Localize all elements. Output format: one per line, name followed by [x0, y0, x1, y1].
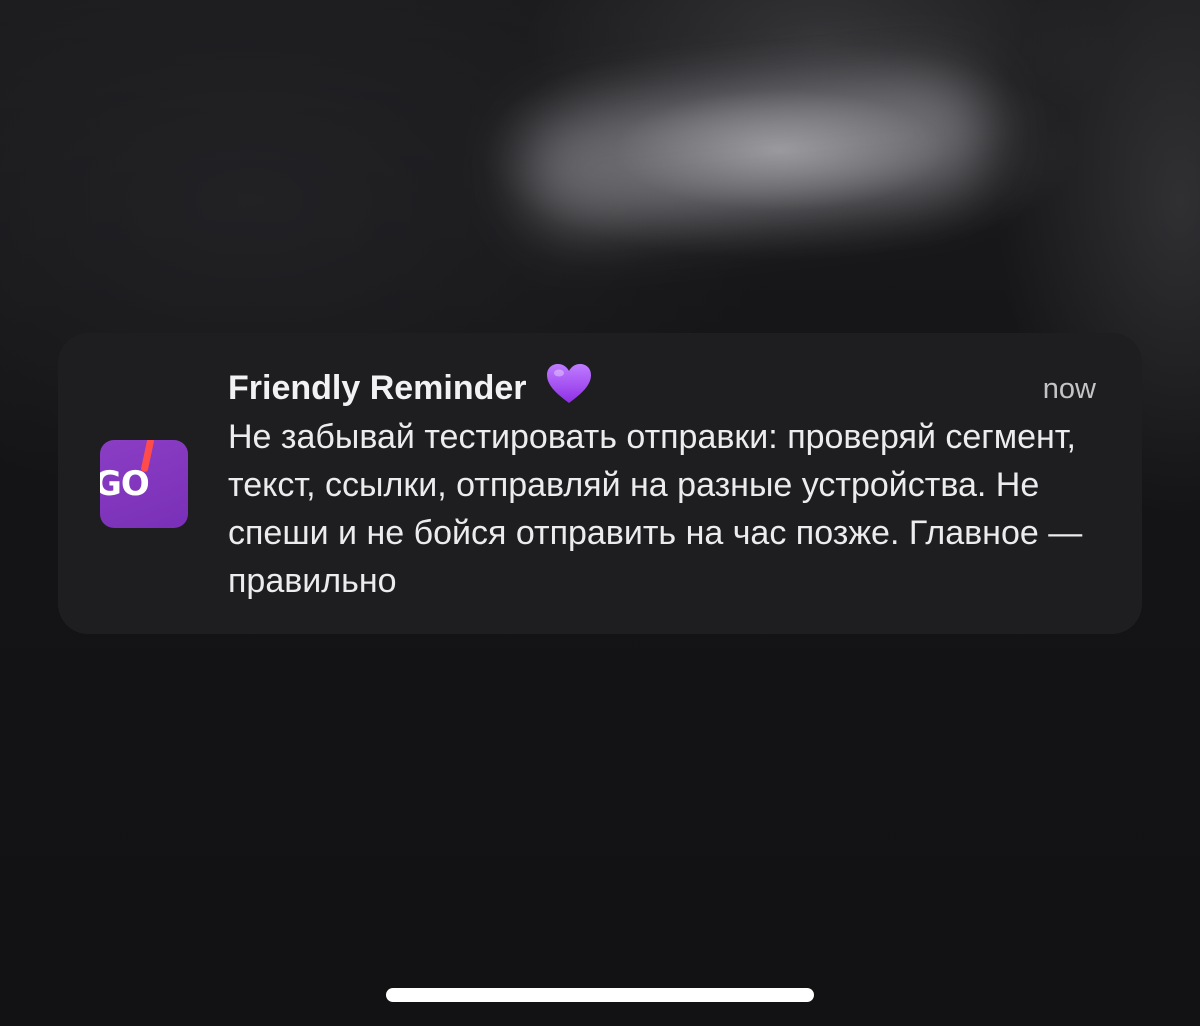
lock-screen: GO Friendly Reminder now Не забывай тест…	[0, 0, 1200, 1026]
app-icon: GO	[100, 440, 188, 528]
notification-title-text: Friendly Reminder	[228, 369, 527, 407]
notification-time: now	[1042, 373, 1096, 405]
notification-title: Friendly Reminder	[228, 363, 592, 408]
app-logo-mark	[140, 440, 155, 473]
notification-body: Не забывай тестировать отправки: проверя…	[228, 418, 1083, 600]
notification-card[interactable]: GO Friendly Reminder now Не забывай тест…	[58, 333, 1142, 634]
wallpaper-blur	[515, 67, 995, 237]
purple-heart-icon	[546, 364, 591, 403]
home-indicator[interactable]	[386, 988, 814, 1002]
